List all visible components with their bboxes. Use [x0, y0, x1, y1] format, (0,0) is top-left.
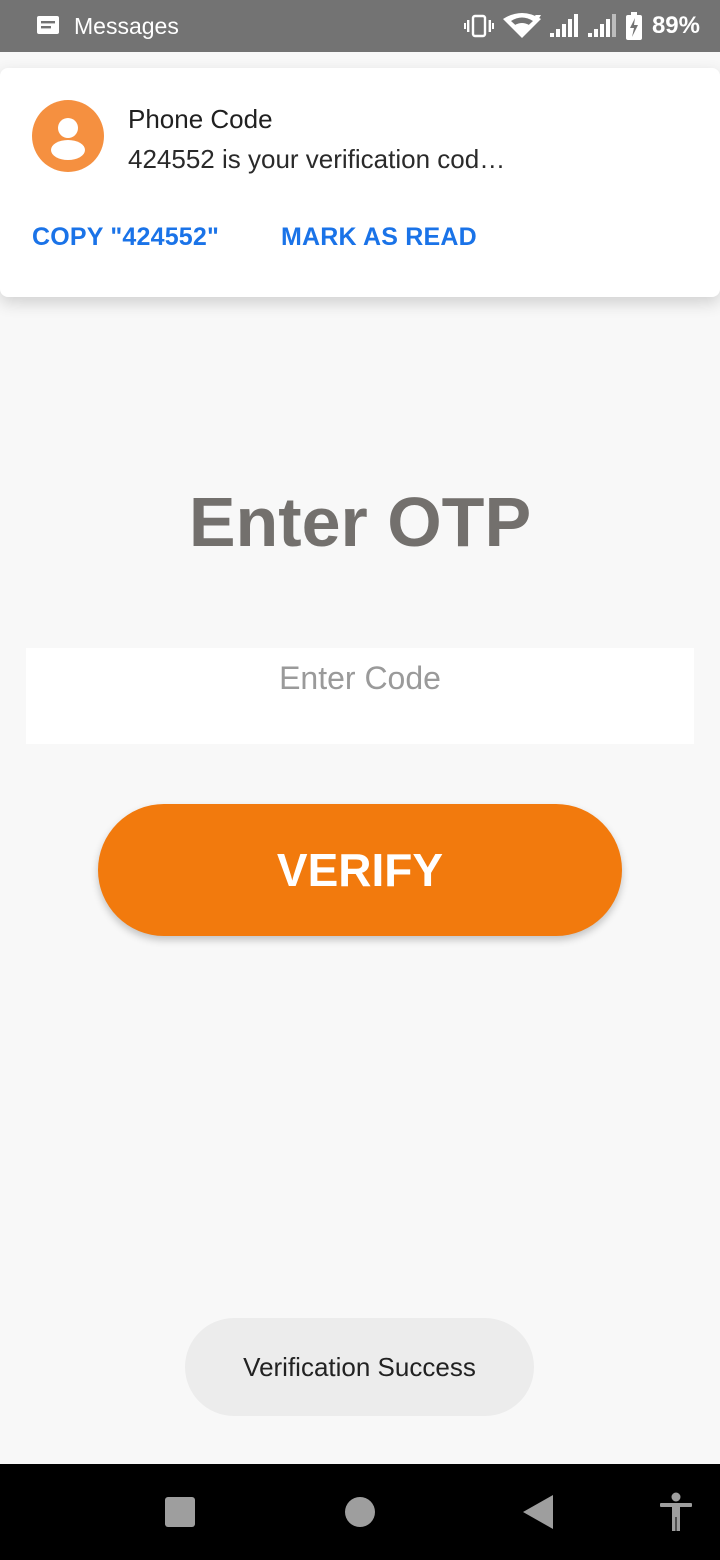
home-icon[interactable]: [345, 1497, 375, 1532]
status-bar: Messages 89%: [0, 0, 720, 52]
code-input-container: [26, 648, 694, 744]
accessibility-icon[interactable]: [660, 1492, 692, 1537]
navigation-bar: [0, 1464, 720, 1560]
otp-code-input[interactable]: [26, 650, 694, 706]
signal-icon: [587, 14, 618, 38]
recents-icon[interactable]: [165, 1497, 195, 1532]
sms-notification[interactable]: Phone Code 424552 is your verification c…: [0, 68, 720, 297]
messages-icon: [36, 15, 60, 37]
page-title: Enter OTP: [188, 483, 532, 561]
battery-charging-icon: [625, 12, 642, 40]
mark-as-read-button[interactable]: MARK AS READ: [281, 223, 477, 252]
copy-code-button[interactable]: COPY "424552": [32, 223, 219, 252]
status-right: 89%: [463, 12, 700, 40]
back-icon[interactable]: [523, 1495, 553, 1534]
verify-button[interactable]: VERIFY: [98, 804, 622, 936]
battery-percent: 89%: [651, 12, 700, 39]
status-app-name: Messages: [74, 12, 179, 39]
wifi-icon: [502, 13, 542, 39]
toast-message: Verification Success: [185, 1318, 534, 1416]
notification-body: 424552 is your verification cod…: [128, 144, 506, 174]
status-left: Messages: [36, 13, 464, 40]
screen: Messages 89% Phone Code 424552 is your v…: [0, 0, 720, 1560]
signal-icon: [549, 14, 580, 38]
vibrate-icon: [463, 14, 494, 38]
person-icon: [32, 100, 104, 172]
notification-title: Phone Code: [128, 104, 273, 134]
